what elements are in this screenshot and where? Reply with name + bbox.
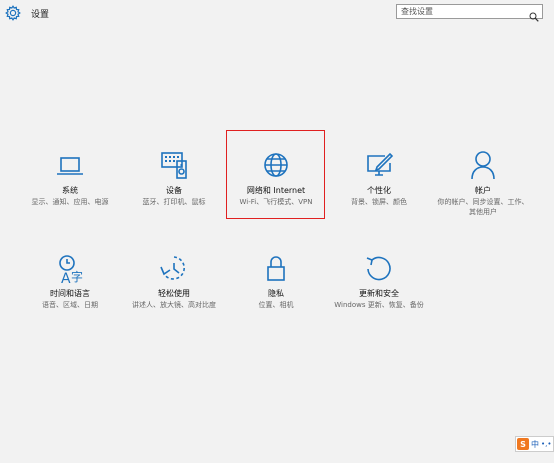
tile-accounts[interactable]: 帐户 你的帐户、同步设置、工作、其他用户 [433, 150, 533, 240]
tile-ease-of-access[interactable]: 轻松使用 讲述人、放大镜、高对比度 [124, 253, 224, 343]
laptop-icon [54, 150, 86, 182]
tile-label: 时间和语言 [50, 289, 90, 298]
tile-update-security[interactable]: 更新和安全 Windows 更新、恢复、备份 [329, 253, 429, 343]
tile-label: 个性化 [367, 186, 391, 195]
tile-personalization[interactable]: 个性化 背景、锁屏、颜色 [329, 150, 429, 240]
ease-of-access-icon [158, 253, 190, 285]
tile-privacy[interactable]: 隐私 位置、相机 [226, 253, 326, 343]
personalization-icon [363, 150, 395, 182]
tile-description: Windows 更新、恢复、备份 [334, 301, 424, 309]
search-input[interactable] [397, 5, 525, 18]
tile-time-language[interactable]: A 字 时间和语言 语音、区域、日期 [20, 253, 120, 343]
tile-label: 设备 [166, 186, 182, 195]
person-icon [467, 150, 499, 182]
ime-indicator[interactable]: S 中 •,• [515, 436, 554, 452]
tile-description: 蓝牙、打印机、鼠标 [142, 198, 206, 206]
tile-description: 你的帐户、同步设置、工作、其他用户 [437, 198, 529, 216]
tile-label: 更新和安全 [359, 289, 399, 298]
tile-label: 帐户 [475, 186, 491, 195]
svg-text:A: A [61, 271, 71, 287]
selection-highlight [226, 130, 325, 219]
tile-description: 位置、相机 [258, 301, 294, 309]
tile-system[interactable]: 系统 显示、通知、应用、电源 [20, 150, 120, 240]
title-bar: 设置 [0, 0, 554, 26]
svg-text:字: 字 [71, 269, 83, 284]
time-language-icon: A 字 [54, 253, 86, 287]
lock-icon [260, 253, 292, 285]
ime-extra: •,• [541, 440, 552, 448]
refresh-icon [363, 253, 395, 285]
tile-label: 系统 [62, 186, 78, 195]
tile-description: 背景、锁屏、颜色 [351, 198, 407, 206]
tile-label: 隐私 [268, 289, 284, 298]
gear-icon [5, 5, 21, 21]
search-box[interactable] [396, 4, 543, 22]
sogou-logo-icon: S [517, 438, 529, 450]
tile-label: 轻松使用 [158, 289, 190, 298]
app-title: 设置 [31, 10, 50, 20]
tile-description: 语音、区域、日期 [42, 301, 98, 309]
tile-description: 显示、通知、应用、电源 [31, 198, 109, 206]
tile-description: 讲述人、放大镜、高对比度 [132, 301, 216, 309]
search-icon[interactable] [529, 7, 539, 22]
devices-icon [158, 150, 190, 182]
tile-devices[interactable]: 设备 蓝牙、打印机、鼠标 [124, 150, 224, 240]
ime-language: 中 [531, 439, 539, 449]
